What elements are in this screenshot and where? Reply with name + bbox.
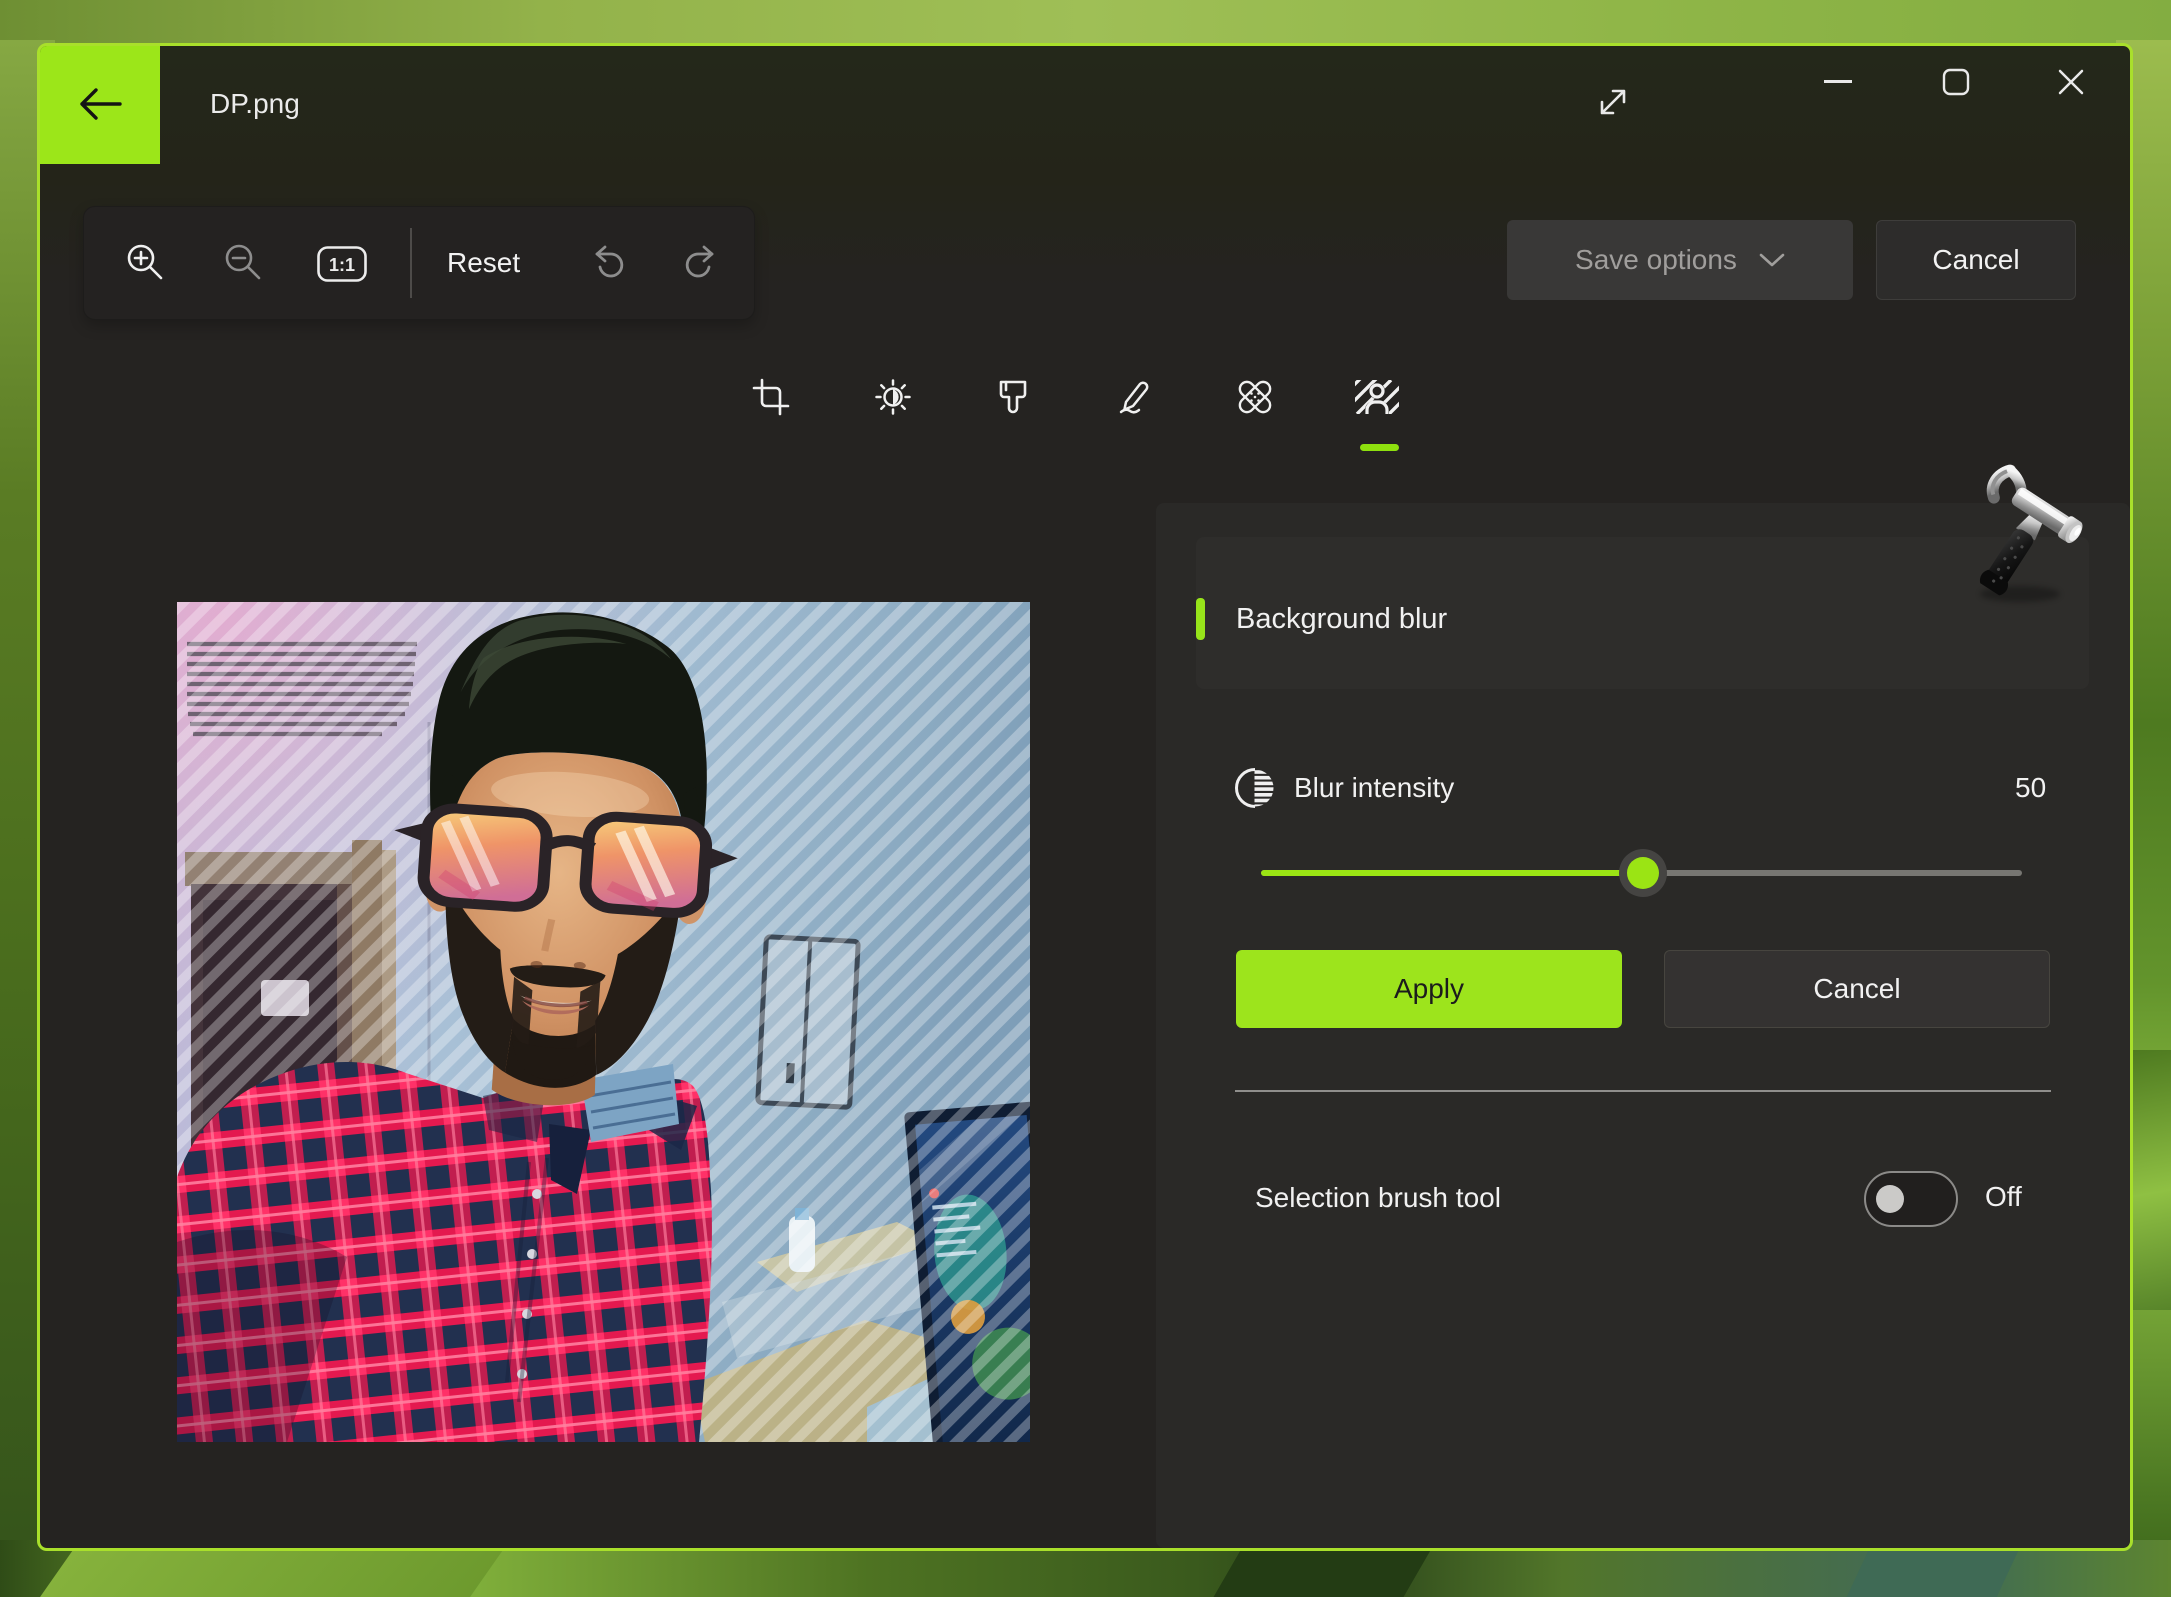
svg-text:1:1: 1:1 <box>329 255 355 275</box>
